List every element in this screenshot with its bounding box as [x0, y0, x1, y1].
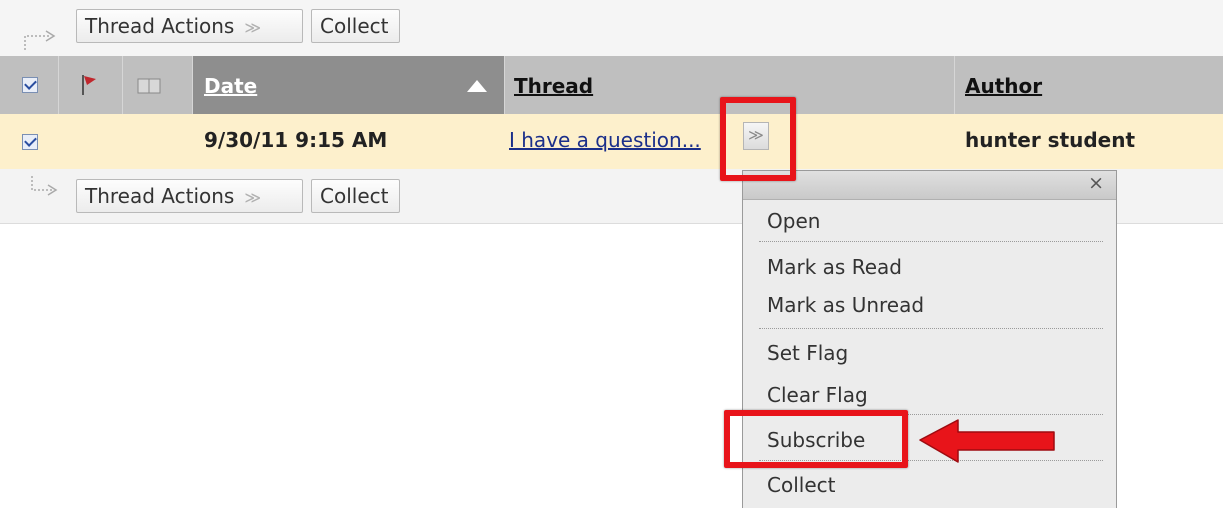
thread-sort-link[interactable]: Thread [514, 74, 593, 98]
row-author: hunter student [965, 128, 1136, 152]
thread-actions-label: Thread Actions [85, 14, 235, 38]
action-arrow-icon [24, 30, 56, 50]
flag-column[interactable] [59, 56, 123, 114]
double-chevron-down-icon: ≫ [244, 188, 262, 207]
author-column-header[interactable]: Author [955, 56, 1223, 114]
read-status-column[interactable] [123, 56, 193, 114]
thread-actions-button[interactable]: Thread Actions ≫ [76, 9, 303, 43]
menu-item-open[interactable]: Open [767, 209, 820, 233]
read-status-icon [137, 78, 161, 94]
author-sort-link[interactable]: Author [965, 74, 1042, 98]
menu-button-highlight [720, 97, 796, 181]
menu-divider [759, 328, 1103, 329]
flag-icon [82, 75, 96, 95]
menu-item-clear-flag[interactable]: Clear Flag [767, 383, 868, 407]
sort-ascending-icon [467, 80, 487, 92]
close-icon[interactable]: × [1088, 172, 1104, 194]
menu-item-mark-as-unread[interactable]: Mark as Unread [767, 293, 924, 317]
thread-title-link[interactable]: I have a question... [509, 128, 701, 152]
row-select-checkbox[interactable] [22, 134, 38, 150]
menu-divider [759, 241, 1103, 242]
double-chevron-down-icon: ≫ [244, 18, 262, 37]
select-all-column [0, 56, 59, 114]
menu-item-set-flag[interactable]: Set Flag [767, 341, 848, 365]
date-sort-link[interactable]: Date [204, 74, 257, 98]
context-menu-header: × [743, 171, 1116, 200]
subscribe-highlight [724, 410, 908, 468]
menu-item-mark-as-read[interactable]: Mark as Read [767, 255, 902, 279]
date-column-header[interactable]: Date [193, 56, 505, 114]
collect-button-bottom[interactable]: Collect [311, 179, 400, 213]
menu-item-collect[interactable]: Collect [767, 473, 835, 497]
thread-actions-label: Thread Actions [85, 184, 235, 208]
select-all-checkbox[interactable] [22, 77, 38, 93]
table-row: 9/30/11 9:15 AM I have a question... ≫ h… [0, 114, 1223, 170]
pointer-arrow-icon [919, 419, 1055, 463]
row-date: 9/30/11 9:15 AM [204, 128, 388, 152]
top-action-bar: Thread Actions ≫ Collect [0, 0, 1223, 56]
thread-actions-button-bottom[interactable]: Thread Actions ≫ [76, 179, 303, 213]
table-header: Date Thread Author [0, 56, 1223, 114]
action-arrow-icon [31, 176, 58, 196]
collect-button[interactable]: Collect [311, 9, 400, 43]
